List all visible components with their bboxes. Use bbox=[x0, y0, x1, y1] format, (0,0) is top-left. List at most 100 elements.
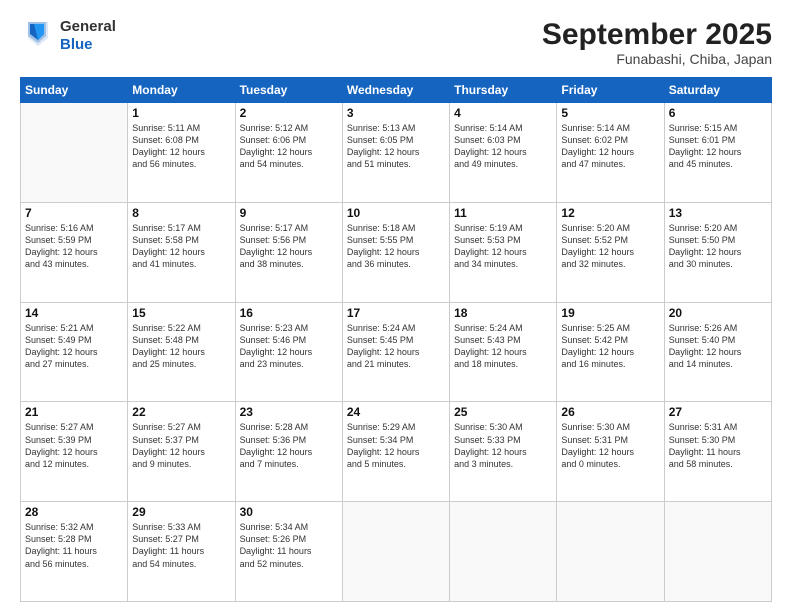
table-cell: 8 Sunrise: 5:17 AM Sunset: 5:58 PM Daylig… bbox=[128, 202, 235, 302]
table-cell bbox=[664, 502, 771, 602]
day-number: 11 bbox=[454, 206, 552, 220]
logo: General Blue bbox=[20, 18, 116, 54]
day-info: Sunrise: 5:17 AM Sunset: 5:58 PM Dayligh… bbox=[132, 222, 230, 271]
logo-blue: Blue bbox=[60, 36, 116, 54]
table-cell: 23Sunrise: 5:28 AM Sunset: 5:36 PM Dayli… bbox=[235, 402, 342, 502]
calendar-week-4: 21 Sunrise: 5:27 AM Sunset: 5:39 PM Dayli… bbox=[21, 402, 772, 502]
day-info: Sunrise: 5:21 AM Sunset: 5:49 PM Dayligh… bbox=[25, 322, 123, 371]
calendar-week-3: 14 Sunrise: 5:21 AM Sunset: 5:49 PM Dayli… bbox=[21, 302, 772, 402]
day-info: Sunrise: 5:20 AM Sunset: 5:52 PM Dayligh… bbox=[561, 222, 659, 271]
table-cell bbox=[450, 502, 557, 602]
table-cell: 30 Sunrise: 5:34 AM Sunset: 5:26 PM Dayli… bbox=[235, 502, 342, 602]
day-info: Sunrise: 5:11 AM Sunset: 6:08 PM Dayligh… bbox=[132, 122, 230, 171]
table-cell: 2 Sunrise: 5:12 AM Sunset: 6:06 PM Daylig… bbox=[235, 103, 342, 203]
logo-icon bbox=[20, 18, 56, 54]
day-number: 4 bbox=[454, 106, 552, 120]
table-cell bbox=[342, 502, 449, 602]
logo-general: General bbox=[60, 18, 116, 36]
day-number: 6 bbox=[669, 106, 767, 120]
table-cell: 29Sunrise: 5:33 AM Sunset: 5:27 PM Dayli… bbox=[128, 502, 235, 602]
day-info: Sunrise: 5:25 AM Sunset: 5:42 PM Dayligh… bbox=[561, 322, 659, 371]
table-cell: 13 Sunrise: 5:20 AM Sunset: 5:50 PM Dayli… bbox=[664, 202, 771, 302]
day-info: Sunrise: 5:13 AM Sunset: 6:05 PM Dayligh… bbox=[347, 122, 445, 171]
day-number: 27 bbox=[669, 405, 767, 419]
day-number: 18 bbox=[454, 306, 552, 320]
table-cell: 9 Sunrise: 5:17 AM Sunset: 5:56 PM Daylig… bbox=[235, 202, 342, 302]
day-number: 23 bbox=[240, 405, 338, 419]
header-monday: Monday bbox=[128, 78, 235, 103]
header-tuesday: Tuesday bbox=[235, 78, 342, 103]
table-cell: 7Sunrise: 5:16 AM Sunset: 5:59 PM Daylig… bbox=[21, 202, 128, 302]
day-number: 7 bbox=[25, 206, 123, 220]
day-info: Sunrise: 5:30 AM Sunset: 5:33 PM Dayligh… bbox=[454, 421, 552, 470]
day-info: Sunrise: 5:12 AM Sunset: 6:06 PM Dayligh… bbox=[240, 122, 338, 171]
day-info: Sunrise: 5:34 AM Sunset: 5:26 PM Dayligh… bbox=[240, 521, 338, 570]
table-cell bbox=[557, 502, 664, 602]
table-cell: 3 Sunrise: 5:13 AM Sunset: 6:05 PM Daylig… bbox=[342, 103, 449, 203]
table-cell: 11Sunrise: 5:19 AM Sunset: 5:53 PM Dayli… bbox=[450, 202, 557, 302]
location: Funabashi, Chiba, Japan bbox=[542, 51, 772, 67]
page: General Blue September 2025 Funabashi, C… bbox=[0, 0, 792, 612]
day-info: Sunrise: 5:32 AM Sunset: 5:28 PM Dayligh… bbox=[25, 521, 123, 570]
calendar-table: Sunday Monday Tuesday Wednesday Thursday… bbox=[20, 77, 772, 602]
day-number: 5 bbox=[561, 106, 659, 120]
day-number: 17 bbox=[347, 306, 445, 320]
day-number: 25 bbox=[454, 405, 552, 419]
day-number: 13 bbox=[669, 206, 767, 220]
day-number: 2 bbox=[240, 106, 338, 120]
calendar-header-row: Sunday Monday Tuesday Wednesday Thursday… bbox=[21, 78, 772, 103]
table-cell: 16 Sunrise: 5:23 AM Sunset: 5:46 PM Dayli… bbox=[235, 302, 342, 402]
table-cell: 12 Sunrise: 5:20 AM Sunset: 5:52 PM Dayli… bbox=[557, 202, 664, 302]
table-cell: 22 Sunrise: 5:27 AM Sunset: 5:37 PM Dayli… bbox=[128, 402, 235, 502]
day-number: 21 bbox=[25, 405, 123, 419]
day-info: Sunrise: 5:27 AM Sunset: 5:39 PM Dayligh… bbox=[25, 421, 123, 470]
day-info: Sunrise: 5:22 AM Sunset: 5:48 PM Dayligh… bbox=[132, 322, 230, 371]
day-number: 28 bbox=[25, 505, 123, 519]
header: General Blue September 2025 Funabashi, C… bbox=[20, 18, 772, 67]
header-friday: Friday bbox=[557, 78, 664, 103]
day-info: Sunrise: 5:23 AM Sunset: 5:46 PM Dayligh… bbox=[240, 322, 338, 371]
day-number: 19 bbox=[561, 306, 659, 320]
day-number: 12 bbox=[561, 206, 659, 220]
day-number: 14 bbox=[25, 306, 123, 320]
day-info: Sunrise: 5:27 AM Sunset: 5:37 PM Dayligh… bbox=[132, 421, 230, 470]
day-info: Sunrise: 5:26 AM Sunset: 5:40 PM Dayligh… bbox=[669, 322, 767, 371]
day-info: Sunrise: 5:24 AM Sunset: 5:43 PM Dayligh… bbox=[454, 322, 552, 371]
day-number: 8 bbox=[132, 206, 230, 220]
day-info: Sunrise: 5:17 AM Sunset: 5:56 PM Dayligh… bbox=[240, 222, 338, 271]
day-info: Sunrise: 5:24 AM Sunset: 5:45 PM Dayligh… bbox=[347, 322, 445, 371]
day-number: 9 bbox=[240, 206, 338, 220]
table-cell: 6Sunrise: 5:15 AM Sunset: 6:01 PM Daylig… bbox=[664, 103, 771, 203]
day-number: 16 bbox=[240, 306, 338, 320]
day-number: 1 bbox=[132, 106, 230, 120]
header-sunday: Sunday bbox=[21, 78, 128, 103]
day-info: Sunrise: 5:29 AM Sunset: 5:34 PM Dayligh… bbox=[347, 421, 445, 470]
day-number: 15 bbox=[132, 306, 230, 320]
day-number: 30 bbox=[240, 505, 338, 519]
day-info: Sunrise: 5:20 AM Sunset: 5:50 PM Dayligh… bbox=[669, 222, 767, 271]
day-number: 3 bbox=[347, 106, 445, 120]
day-info: Sunrise: 5:31 AM Sunset: 5:30 PM Dayligh… bbox=[669, 421, 767, 470]
day-number: 20 bbox=[669, 306, 767, 320]
day-number: 24 bbox=[347, 405, 445, 419]
table-cell: 4 Sunrise: 5:14 AM Sunset: 6:03 PM Daylig… bbox=[450, 103, 557, 203]
logo-text: General Blue bbox=[60, 18, 116, 54]
day-info: Sunrise: 5:14 AM Sunset: 6:02 PM Dayligh… bbox=[561, 122, 659, 171]
table-cell: 20 Sunrise: 5:26 AM Sunset: 5:40 PM Dayli… bbox=[664, 302, 771, 402]
day-info: Sunrise: 5:14 AM Sunset: 6:03 PM Dayligh… bbox=[454, 122, 552, 171]
header-wednesday: Wednesday bbox=[342, 78, 449, 103]
calendar-week-5: 28 Sunrise: 5:32 AM Sunset: 5:28 PM Dayli… bbox=[21, 502, 772, 602]
table-cell: 25 Sunrise: 5:30 AM Sunset: 5:33 PM Dayli… bbox=[450, 402, 557, 502]
table-cell: 24 Sunrise: 5:29 AM Sunset: 5:34 PM Dayli… bbox=[342, 402, 449, 502]
day-number: 22 bbox=[132, 405, 230, 419]
day-number: 26 bbox=[561, 405, 659, 419]
day-number: 10 bbox=[347, 206, 445, 220]
table-cell: 1 Sunrise: 5:11 AM Sunset: 6:08 PM Daylig… bbox=[128, 103, 235, 203]
title-block: September 2025 Funabashi, Chiba, Japan bbox=[542, 18, 772, 67]
header-thursday: Thursday bbox=[450, 78, 557, 103]
calendar-week-1: 1 Sunrise: 5:11 AM Sunset: 6:08 PM Daylig… bbox=[21, 103, 772, 203]
table-cell bbox=[21, 103, 128, 203]
day-info: Sunrise: 5:18 AM Sunset: 5:55 PM Dayligh… bbox=[347, 222, 445, 271]
table-cell: 27 Sunrise: 5:31 AM Sunset: 5:30 PM Dayli… bbox=[664, 402, 771, 502]
header-saturday: Saturday bbox=[664, 78, 771, 103]
